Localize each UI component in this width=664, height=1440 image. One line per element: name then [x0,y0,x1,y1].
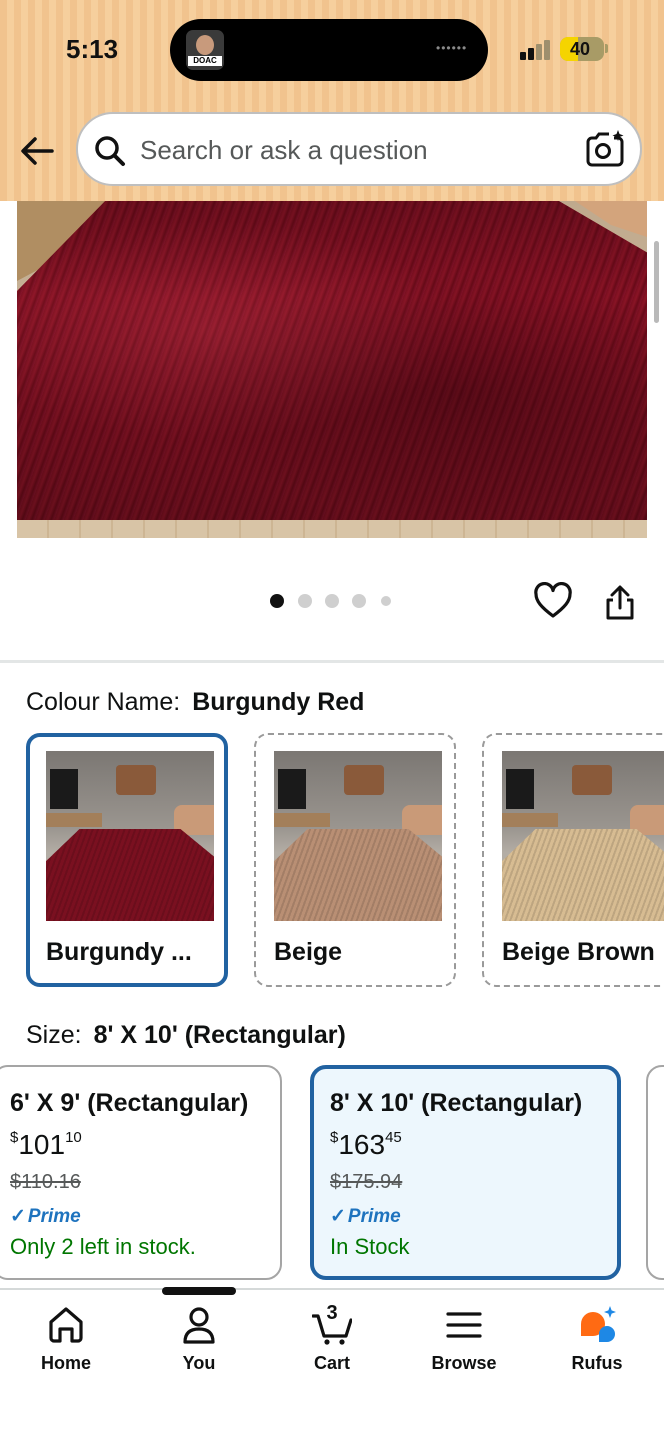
size-label: Size: 8' X 10' (Rectangular) [26,1021,346,1050]
avatar-face [196,35,214,55]
person-icon [183,1307,215,1344]
thumb-tv [506,769,534,809]
menu-icon [446,1312,482,1338]
thumb-tv [50,769,78,809]
product-image[interactable] [17,201,647,538]
battery-level: 40 [569,39,591,59]
size-option-price: $16345 [330,1129,402,1161]
colour-option-name: Beige [274,938,343,966]
active-nav-indicator [162,1287,236,1295]
nav-home[interactable]: Home [11,1290,121,1390]
battery-nub [605,44,608,53]
price-whole: 101 [18,1129,66,1160]
pager-dot[interactable] [298,594,312,608]
size-label-text: Size: [26,1021,82,1049]
size-option-list-price: $110.16 [10,1171,81,1193]
nav-browse-label: Browse [431,1353,497,1373]
share-icon[interactable] [602,584,638,622]
colour-thumbnail [46,751,214,921]
avatar-label: DOAC [188,56,222,66]
prime-label: Prime [347,1206,401,1227]
status-time: 5:13 [66,34,119,64]
pager-dot[interactable] [270,594,284,608]
prime-check-icon: ✓ [10,1206,26,1227]
nav-browse[interactable]: Browse [409,1290,519,1390]
thumb-rug [46,829,214,921]
image-rug-shade [17,201,647,523]
top-header: 5:13 DOAC •••••• 40 [0,0,664,201]
size-option-stock: Only 2 left in stock. [10,1234,196,1259]
thumb-bench [46,813,102,827]
heart-icon[interactable] [533,582,573,620]
thumb-art [116,765,156,795]
colour-option-beige-brown[interactable]: Beige Brown [482,733,664,987]
colour-label: Colour Name: Burgundy Red [26,688,364,717]
pager-dot[interactable] [325,594,339,608]
price-cents: 45 [385,1129,402,1146]
thumb-tv [278,769,306,809]
battery-icon: 40 [560,37,604,61]
size-option-6x9[interactable]: 6' X 9' (Rectangular) $10110 $110.16 ✓ Pr… [0,1065,282,1280]
size-option-stock: In Stock [330,1234,410,1259]
thumb-art [572,765,612,795]
nav-you[interactable]: You [144,1290,254,1390]
thumb-rug [502,829,664,921]
prime-badge: ✓ Prime [330,1205,401,1228]
colour-option-name: Burgundy ... [46,938,192,966]
price-cents: 10 [65,1129,82,1146]
thumb-rug [274,829,442,921]
rufus-icon [581,1306,616,1342]
thumb-bench [502,813,558,827]
signal-icon [520,40,552,60]
search-bar[interactable] [76,112,642,186]
price-whole: 163 [338,1129,386,1160]
scroll-indicator[interactable] [654,241,659,323]
home-icon [49,1307,83,1343]
image-floor [17,520,647,538]
prime-badge: ✓ Prime [10,1205,81,1228]
selected-colour: Burgundy Red [192,688,365,716]
prime-check-icon: ✓ [330,1206,346,1227]
colour-thumbnail [274,751,442,921]
back-arrow-icon[interactable] [18,131,58,171]
selected-size: 8' X 10' (Rectangular) [93,1021,346,1049]
nav-cart-label: Cart [313,1353,350,1373]
nav-home-label: Home [40,1353,91,1373]
prime-label: Prime [27,1206,81,1227]
thumb-bench [274,813,330,827]
thumb-art [344,765,384,795]
camera-lens-icon[interactable] [584,129,626,171]
colour-option-name: Beige Brown [502,938,655,966]
size-option-title: 6' X 9' (Rectangular) [10,1089,249,1117]
pager-dot[interactable] [352,594,366,608]
size-option-list-price: $175.94 [330,1171,403,1193]
search-icon [95,136,125,166]
size-option-price: $10110 [10,1129,82,1161]
cart-count: 3 [326,1302,338,1324]
size-option-title: 8' X 10' (Rectangular) [330,1089,583,1117]
colour-option-beige[interactable]: Beige [254,733,456,987]
dynamic-island[interactable]: DOAC •••••• [170,19,488,81]
nav-rufus-label: Rufus [571,1353,623,1373]
size-option-8x10[interactable]: 8' X 10' (Rectangular) $16345 $175.94 ✓ P… [310,1065,621,1280]
size-option-next[interactable] [646,1065,664,1280]
pager-dot[interactable] [381,596,391,606]
nav-rufus[interactable]: Rufus [542,1290,652,1390]
podcast-avatar[interactable]: DOAC [186,30,224,70]
nav-cart[interactable]: 3 Cart [277,1290,387,1390]
colour-thumbnail [502,751,664,921]
island-waveform-icon: •••••• [436,41,468,55]
section-divider [0,660,664,663]
search-input[interactable] [140,132,580,168]
nav-you-label: You [182,1353,216,1373]
bottom-nav: Home You 3 Cart Browse Rufus [0,1288,664,1440]
colour-option-burgundy[interactable]: Burgundy ... [26,733,228,987]
colour-label-text: Colour Name: [26,688,181,716]
